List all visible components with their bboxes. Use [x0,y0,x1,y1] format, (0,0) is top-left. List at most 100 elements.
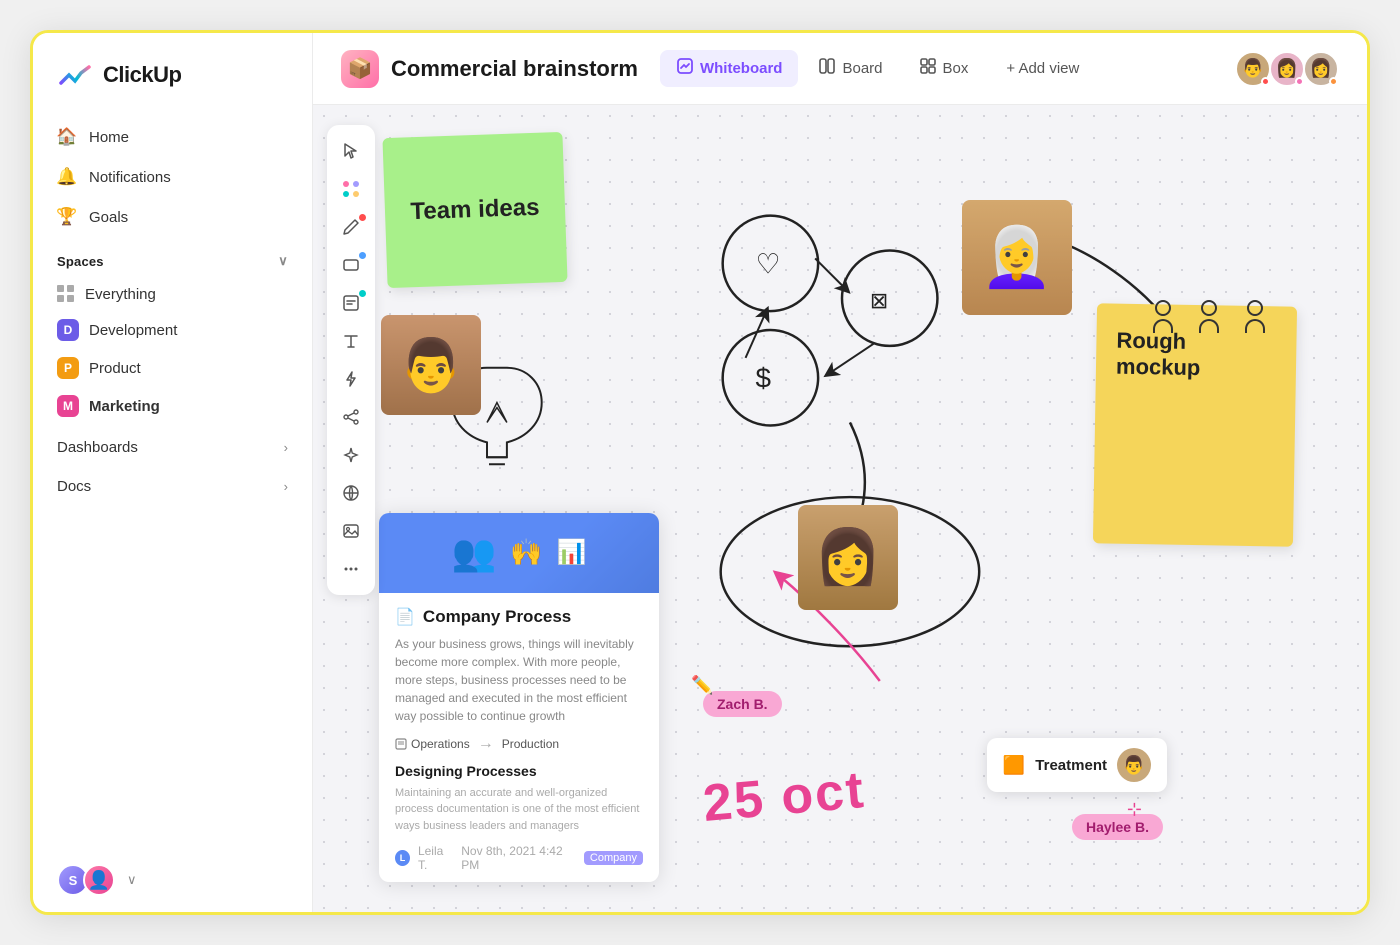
share-tool[interactable] [333,399,369,435]
doc-section-title: Designing Processes [395,763,643,779]
box-icon [919,57,937,80]
sidebar-bottom: S 👤 ∨ [33,848,312,912]
docs-chevron-icon: › [284,479,288,494]
user-label-haylee-text: Haylee B. [1086,819,1149,835]
svg-text:♡: ♡ [755,248,780,279]
sidebar-item-goals[interactable]: 🏆 Goals [33,197,312,237]
user-avatar-group: S 👤 [57,864,115,896]
person-icon-3 [1237,300,1273,336]
sidebar-product-label: Product [89,360,141,377]
sidebar-development-label: Development [89,322,177,339]
doc-author: Leila T. [418,844,453,872]
sidebar-item-goals-label: Goals [89,209,128,226]
sidebar-item-home[interactable]: 🏠 Home [33,117,312,157]
dashboards-chevron-icon: › [284,440,288,455]
svg-text:$: $ [755,363,771,394]
clickup-logo-icon [57,57,93,93]
pencil-dot [359,214,366,221]
canvas-toolbar [327,125,375,595]
tab-whiteboard-label: Whiteboard [700,60,783,77]
text-tool[interactable] [333,323,369,359]
sidebar-item-dashboards[interactable]: Dashboards › [33,425,312,464]
tab-board[interactable]: Board [802,50,898,87]
doc-section-text: Maintaining an accurate and well-organiz… [395,785,643,835]
topbar-avatar-2[interactable]: 👩 [1269,51,1305,87]
tab-board-label: Board [842,60,882,77]
doc-tag-production: Production [502,737,559,751]
sidebar-item-home-label: Home [89,129,129,146]
svg-text:⊠: ⊠ [870,288,888,313]
sidebar-marketing-label: Marketing [89,398,160,415]
topbar-avatar-1[interactable]: 👨 [1235,51,1271,87]
sticky-note-rough-mockup[interactable]: Rough mockup [1093,303,1297,546]
doc-card-title: 📄 Company Process [395,607,643,627]
spaces-chevron-icon: ∨ [278,253,288,269]
treatment-label: Treatment [1035,757,1107,774]
app-container: ClickUp 🏠 Home 🔔 Notifications 🏆 Goals S… [30,30,1370,915]
main-content: 📦 Commercial brainstorm Whiteboard Board [313,33,1367,912]
person-photo-center-woman: 👩 [798,505,898,610]
doc-tag-operations: Operations [395,737,470,751]
doc-footer: L Leila T. Nov 8th, 2021 4:42 PM Company [395,844,643,872]
doc-badge: Company [584,851,643,865]
sidebar-item-notifications[interactable]: 🔔 Notifications [33,157,312,197]
sticky-note-tool[interactable] [333,285,369,321]
goals-icon: 🏆 [57,207,77,227]
sidebar-item-development[interactable]: D Development [33,311,312,349]
tab-box[interactable]: Box [903,50,985,87]
topbar-avatars: 👨 👩 👩 [1235,51,1339,87]
sidebar: ClickUp 🏠 Home 🔔 Notifications 🏆 Goals S… [33,33,313,912]
image-tool[interactable] [333,513,369,549]
spaces-header[interactable]: Spaces ∨ [33,237,312,277]
topbar-avatar-3[interactable]: 👩 [1303,51,1339,87]
page-title: Commercial brainstorm [391,56,638,82]
sidebar-item-docs[interactable]: Docs › [33,464,312,503]
rect-dot [359,252,366,259]
whiteboard-canvas[interactable]: ♡ $ ⊠ [313,105,1367,912]
topbar: 📦 Commercial brainstorm Whiteboard Board [313,33,1367,105]
home-icon: 🏠 [57,127,77,147]
sticky-green-text: Team ideas [410,194,540,226]
pencil-tool[interactable] [333,209,369,245]
person-icon-1 [1145,300,1181,336]
rectangle-tool[interactable] [333,247,369,283]
docs-label: Docs [57,478,91,495]
cursor-tool[interactable] [333,133,369,169]
sparkle-tool[interactable] [333,437,369,473]
user-label-zach: Zach B. [703,691,782,717]
person-photo-blonde-woman: 👩‍🦳 [962,200,1072,315]
dev-badge: D [57,319,79,341]
logo[interactable]: ClickUp [33,33,312,113]
sidebar-item-marketing[interactable]: M Marketing [33,387,312,425]
tab-box-label: Box [943,60,969,77]
date-annotation: 25 oct [701,760,868,834]
treatment-icon: 🟧 [1003,755,1025,776]
pen-multicolor-tool[interactable] [333,171,369,207]
globe-tool[interactable] [333,475,369,511]
treatment-box[interactable]: 🟧 Treatment 👨 [987,738,1167,792]
avatar-chevron-icon[interactable]: ∨ [127,872,137,888]
doc-card-tags: Operations → Production [395,735,643,753]
add-view-label: + Add view [1006,60,1079,77]
add-view-button[interactable]: + Add view [992,53,1093,84]
doc-card[interactable]: 👥 🙌 📊 📄 Company Process As your business… [379,513,659,883]
user-label-zach-text: Zach B. [717,696,768,712]
bell-icon: 🔔 [57,167,77,187]
tab-whiteboard[interactable]: Whiteboard [660,50,799,87]
people-icons-group [1145,300,1273,336]
avatar-j[interactable]: 👤 [83,864,115,896]
sticky-note-team-ideas[interactable]: Team ideas [382,132,567,288]
everything-grid-icon [57,285,75,303]
av3-indicator [1329,77,1338,86]
sidebar-everything-label: Everything [85,286,156,303]
lightning-tool[interactable] [333,361,369,397]
person-photo-man: 👨 [381,315,481,415]
doc-card-description: As your business grows, things will inev… [395,635,643,725]
view-tabs: Whiteboard Board Box + Add view [660,50,1093,87]
doc-card-header-image: 👥 🙌 📊 [379,513,659,593]
doc-date: Nov 8th, 2021 4:42 PM [461,844,576,872]
sidebar-item-product[interactable]: P Product [33,349,312,387]
sticky-dot [359,290,366,297]
more-tools[interactable] [333,551,369,587]
sidebar-item-everything[interactable]: Everything [33,277,312,311]
